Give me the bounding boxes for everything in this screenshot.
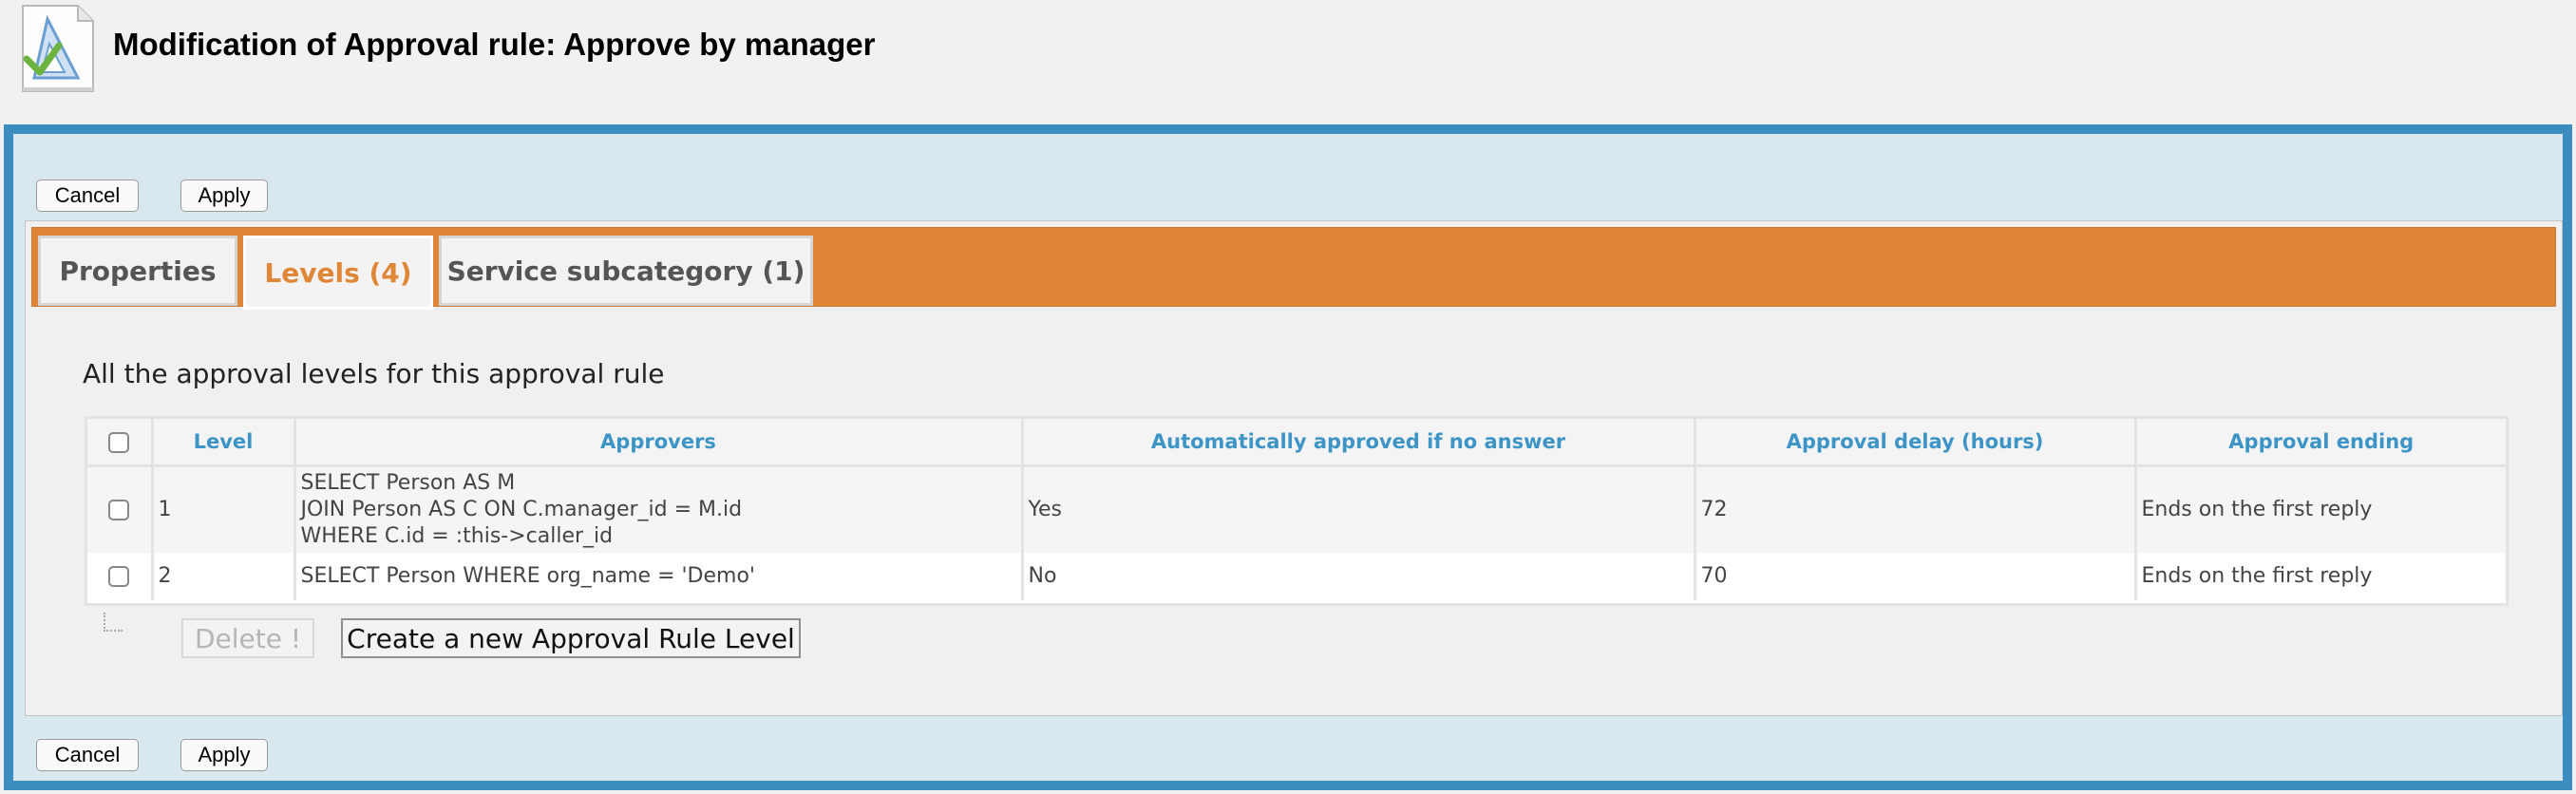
- apply-button-top[interactable]: Apply: [180, 180, 268, 212]
- row-checkbox-cell: [87, 465, 154, 553]
- create-level-button[interactable]: Create a new Approval Rule Level: [341, 618, 801, 658]
- cell-auto-approved: No: [1022, 553, 1696, 600]
- cell-delay: 72: [1695, 465, 2137, 553]
- column-header-level[interactable]: Level: [152, 419, 296, 467]
- row-checkbox-cell: [87, 553, 154, 600]
- cell-ending: Ends on the first reply: [2135, 553, 2506, 600]
- section-title: All the approval levels for this approva…: [83, 358, 665, 389]
- table-row[interactable]: 2 SELECT Person WHERE org_name = 'Demo' …: [87, 553, 2506, 600]
- cell-level: 1: [152, 465, 296, 553]
- approvers-line: SELECT Person AS M: [300, 470, 516, 495]
- cancel-button-top[interactable]: Cancel: [36, 180, 139, 212]
- apply-button-bottom[interactable]: Apply: [180, 739, 268, 771]
- cell-ending: Ends on the first reply: [2135, 465, 2506, 553]
- cell-approvers: SELECT Person AS M JOIN Person AS C ON C…: [294, 465, 1024, 553]
- cell-auto-approved: Yes: [1022, 465, 1696, 553]
- levels-table: Level Approvers Automatically approved i…: [85, 416, 2509, 606]
- row-checkbox[interactable]: [108, 566, 130, 587]
- tab-levels[interactable]: Levels (4): [243, 236, 433, 310]
- table-header-row: Level Approvers Automatically approved i…: [87, 419, 2506, 467]
- tab-properties[interactable]: Properties: [38, 236, 237, 306]
- approvers-line: WHERE C.id = :this->caller_id: [300, 523, 614, 548]
- row-checkbox[interactable]: [108, 499, 130, 520]
- cell-delay: 70: [1695, 553, 2137, 600]
- column-header-delay[interactable]: Approval delay (hours): [1695, 419, 2137, 467]
- select-all-checkbox-cell: [87, 419, 154, 467]
- page-header: Modification of Approval rule: Approve b…: [0, 0, 2576, 123]
- approvers-line: SELECT Person WHERE org_name = 'Demo': [300, 564, 755, 588]
- select-all-checkbox[interactable]: [108, 431, 130, 453]
- tab-service-subcategory[interactable]: Service subcategory (1): [439, 236, 813, 306]
- column-header-approvers[interactable]: Approvers: [294, 419, 1024, 467]
- cancel-button-bottom[interactable]: Cancel: [36, 739, 139, 771]
- cell-approvers: SELECT Person WHERE org_name = 'Demo': [294, 553, 1024, 600]
- selection-connector-icon: [104, 613, 123, 632]
- approval-rule-icon: [19, 4, 97, 93]
- column-header-auto-approved[interactable]: Automatically approved if no answer: [1022, 419, 1696, 467]
- page-title: Modification of Approval rule: Approve b…: [113, 27, 876, 62]
- tab-panel: Properties Levels (4) Service subcategor…: [25, 220, 2563, 716]
- cell-level: 2: [152, 553, 296, 600]
- main-frame: Cancel Apply Properties Levels (4) Servi…: [4, 124, 2572, 790]
- table-row[interactable]: 1 SELECT Person AS M JOIN Person AS C ON…: [87, 465, 2506, 553]
- delete-button[interactable]: Delete !: [181, 618, 314, 658]
- column-header-ending[interactable]: Approval ending: [2135, 419, 2506, 467]
- approvers-line: JOIN Person AS C ON C.manager_id = M.id: [300, 497, 743, 521]
- tab-bar: Properties Levels (4) Service subcategor…: [31, 227, 2556, 310]
